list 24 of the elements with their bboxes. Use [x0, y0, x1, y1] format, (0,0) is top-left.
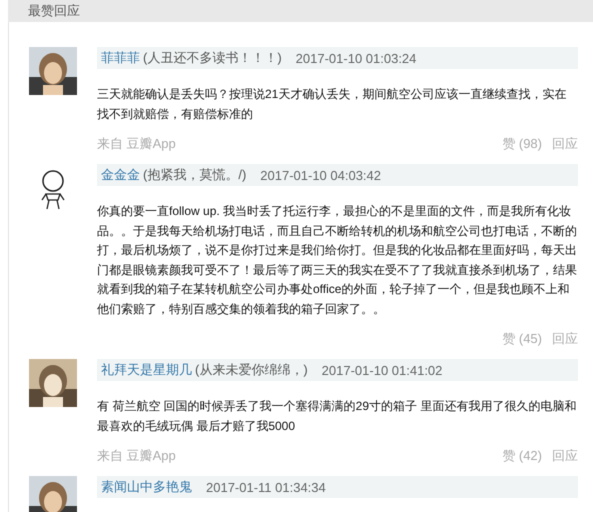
reply-link[interactable]: 回应: [552, 135, 578, 153]
figure-icon: [40, 170, 66, 210]
user-signature: (从来未爱你绵绵，): [195, 361, 308, 379]
comment-source: 来自 豆瓣App: [97, 447, 176, 465]
reply-link[interactable]: 回应: [552, 330, 578, 348]
comment-time: 2017-01-10 01:03:24: [296, 50, 416, 66]
like-link[interactable]: 赞 (42): [502, 447, 542, 465]
username-link[interactable]: 金金金: [101, 166, 140, 184]
reply-link[interactable]: 回应: [552, 447, 578, 465]
username-link[interactable]: 菲菲菲: [101, 49, 140, 67]
comment-time: 2017-01-10 01:41:02: [322, 362, 442, 378]
comment-time: 2017-01-11 01:34:34: [206, 480, 326, 494]
like-link[interactable]: 赞 (45): [502, 330, 542, 348]
comment-text: 三天就能确认是丢失吗？按理说21天才确认丢失，期间航空公司应该一直继续查找，实在找不到就赔偿，有赔偿标准的: [97, 86, 568, 122]
user-signature: (抱紧我，莫慌。/): [143, 166, 246, 184]
comment-text: 有 荷兰航空 回国的时候弄丢了我一个塞得满满的29寸的箱子 里面还有我用了很久的电脑和最喜欢的毛绒玩偶 最后才赔了我5000: [97, 398, 578, 434]
username-link[interactable]: 礼拜天是星期几: [101, 361, 192, 379]
user-signature: (人丑还不多读书！！！): [143, 49, 282, 67]
comment-source: 来自 豆瓣App: [97, 135, 176, 153]
section-title: 最赞回应: [28, 2, 80, 20]
comment-text: 你真的要一直follow up. 我当时丢了托运行李，最担心的不是里面的文件，而是我所有化妆品。。于是我每天给机场打电话，而且自己不断给转机的机场和航空公司也打电话，不断的打，最后机场烦了，说不是你打过来是我们给你打。但是我的化妆品都在里面好吗，每天出门都是眼镜素颜我可受不了！最后等了两三天的我实在受不了了我就直接杀到机场了，结果就看到我的箱子在某转机航空公司办事处office的外面，轮子掉了一个，但是我也顾不上和他们索赔了，特别百感交集的领着我的箱子回家了。。: [97, 203, 578, 318]
username-link[interactable]: 素闻山中多艳鬼: [101, 478, 192, 496]
comment-time: 2017-01-10 04:03:42: [260, 168, 381, 182]
like-link[interactable]: 赞 (98): [502, 135, 542, 153]
